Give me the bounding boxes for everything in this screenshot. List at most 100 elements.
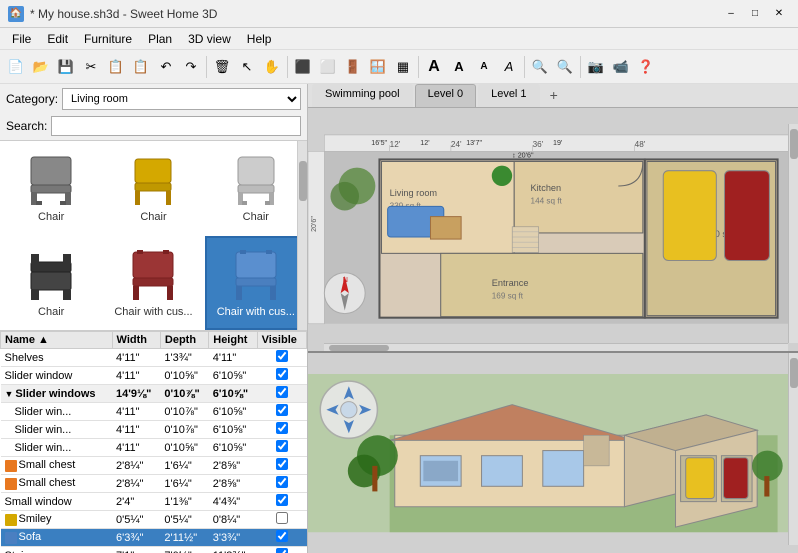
tab-level1[interactable]: Level 1 [478,84,539,107]
collapse-icon[interactable]: ▼ [5,389,14,399]
tb-room[interactable]: ⬜ [316,55,340,79]
visible-checkbox-slider-win1[interactable] [276,404,288,416]
menu-help[interactable]: Help [239,30,280,48]
menu-file[interactable]: File [4,30,39,48]
row-width-slider-win2: 4'11" [112,421,160,439]
row-visible-slider-win3[interactable] [257,439,306,457]
tb-open[interactable]: 📂 [29,55,53,79]
row-visible-slider-windows-group[interactable] [257,385,306,403]
row-height-slider-win3: 6'10⅝" [209,439,257,457]
visible-checkbox-slider-win3[interactable] [276,440,288,452]
visible-checkbox-shelves[interactable] [276,350,288,362]
plan-2d: 12' 24' 36' 48' 16'5" 12' 13'7" 19' [308,108,798,353]
row-visible-slider-win2[interactable] [257,421,306,439]
tb-delete[interactable]: 🗑 [210,55,234,79]
tb-select[interactable]: ↖ [235,55,259,79]
row-visible-smiley[interactable] [257,511,306,529]
row-depth-slider-windows-group: 0'10⅞" [160,385,208,403]
close-button[interactable]: ✕ [768,5,790,23]
add-tab-button[interactable]: + [542,84,566,107]
visible-checkbox-small-window[interactable] [276,494,288,506]
tb-cut[interactable]: ✂ [79,55,103,79]
visible-checkbox-small-chest1[interactable] [276,458,288,470]
row-visible-small-window[interactable] [257,493,306,511]
visible-checkbox-slider-window[interactable] [276,368,288,380]
app-icon: 🏠 [8,6,24,22]
tb-door[interactable]: 🚪 [341,55,365,79]
table-row-slider-win1[interactable]: Slider win...4'11"0'10⅞"6'10⅝" [1,403,307,421]
furniture-item-chair2[interactable]: Chair [102,141,204,236]
plan-hscrollbar[interactable] [324,343,788,351]
minimize-button[interactable]: – [720,5,742,23]
icon-orange [5,460,17,472]
floor-plan-svg: 12' 24' 36' 48' 16'5" 12' 13'7" 19' [308,108,798,351]
visible-checkbox-slider-win2[interactable] [276,422,288,434]
table-row-shelves[interactable]: Shelves4'11"1'3¾"4'11" [1,349,307,367]
table-row-slider-window[interactable]: Slider window4'11"0'10⅝"6'10⅝" [1,367,307,385]
tb-paste[interactable]: 📋 [129,55,153,79]
visible-checkbox-sofa[interactable] [276,530,288,542]
menu-3dview[interactable]: 3D view [180,30,239,48]
furniture-item-chair6[interactable]: Chair with cus... [205,236,307,331]
tb-video[interactable]: 📹 [609,55,633,79]
tb-new[interactable]: 📄 [4,55,28,79]
tab-level0[interactable]: Level 0 [415,84,476,107]
tb-help[interactable]: ❓ [634,55,658,79]
row-visible-stair-case[interactable] [257,547,306,553]
furniture-item-chair1[interactable]: Chair [0,141,102,236]
table-row-slider-windows-group[interactable]: ▼Slider windows14'9⅛"0'10⅞"6'10⅝" [1,385,307,403]
tb-undo[interactable]: ↶ [154,55,178,79]
title-bar: 🏠 * My house.sh3d - Sweet Home 3D – □ ✕ [0,0,798,28]
table-row-small-chest1[interactable]: Small chest2'8¼"1'6¼"2'8⅝" [1,457,307,475]
search-input[interactable] [51,116,301,136]
chair1-label: Chair [38,211,64,223]
tb-text-italic[interactable]: A [497,55,521,79]
svg-text:13'7": 13'7" [466,139,482,147]
menu-plan[interactable]: Plan [140,30,180,48]
furniture-item-chair4[interactable]: Chair [0,236,102,331]
row-visible-small-chest1[interactable] [257,457,306,475]
plan-vscrollbar[interactable] [788,124,798,343]
tb-text-small[interactable]: A [472,55,496,79]
tb-text-large[interactable]: A [422,55,446,79]
table-row-sofa[interactable]: Sofa6'3¾"2'11½"3'3¾" [1,529,307,547]
3d-vscrollbar[interactable] [788,353,798,545]
table-row-slider-win2[interactable]: Slider win...4'11"0'10⅞"6'10⅝" [1,421,307,439]
table-row-smiley[interactable]: Smiley0'5¼"0'5¼"0'8¼" [1,511,307,529]
tb-save[interactable]: 💾 [54,55,78,79]
row-visible-slider-window[interactable] [257,367,306,385]
row-width-sofa: 6'3¾" [112,529,160,547]
row-visible-shelves[interactable] [257,349,306,367]
table-row-small-window[interactable]: Small window2'4"1'1⅜"4'4¾" [1,493,307,511]
table-row-stair-case[interactable]: Stair case7'1"7'0½"11'8¾" [1,547,307,553]
furniture-item-chair5[interactable]: Chair with cus... [102,236,204,331]
visible-checkbox-small-chest2[interactable] [276,476,288,488]
row-visible-slider-win1[interactable] [257,403,306,421]
tb-wall[interactable]: ⬛ [291,55,315,79]
tb-pan[interactable]: ✋ [260,55,284,79]
tb-camera[interactable]: 📷 [584,55,608,79]
row-height-stair-case: 11'8¾" [209,547,257,553]
visible-checkbox-slider-windows-group[interactable] [276,386,288,398]
tb-redo[interactable]: ↷ [179,55,203,79]
table-row-small-chest2[interactable]: Small chest2'8¼"1'6¼"2'8⅝" [1,475,307,493]
row-visible-small-chest2[interactable] [257,475,306,493]
menu-furniture[interactable]: Furniture [76,30,140,48]
row-indent: Stair case [5,550,54,553]
tb-stair[interactable]: ▦ [391,55,415,79]
tb-text-medium[interactable]: A [447,55,471,79]
menu-edit[interactable]: Edit [39,30,76,48]
row-visible-sofa[interactable] [257,529,306,547]
tb-zoom-in[interactable]: 🔍 [528,55,552,79]
category-select[interactable]: Living room Bedroom Kitchen Bathroom [62,88,301,110]
visible-checkbox-stair-case[interactable] [276,548,288,553]
tb-window[interactable]: 🪟 [366,55,390,79]
maximize-button[interactable]: □ [744,5,766,23]
furniture-scrollbar[interactable] [297,141,307,330]
tab-swimming-pool[interactable]: Swimming pool [312,84,413,107]
tb-zoom-out[interactable]: 🔍 [553,55,577,79]
visible-checkbox-smiley[interactable] [276,512,288,524]
tb-copy[interactable]: 📋 [104,55,128,79]
table-row-slider-win3[interactable]: Slider win...4'11"0'10⅝"6'10⅝" [1,439,307,457]
furniture-item-chair3[interactable]: Chair [205,141,307,236]
